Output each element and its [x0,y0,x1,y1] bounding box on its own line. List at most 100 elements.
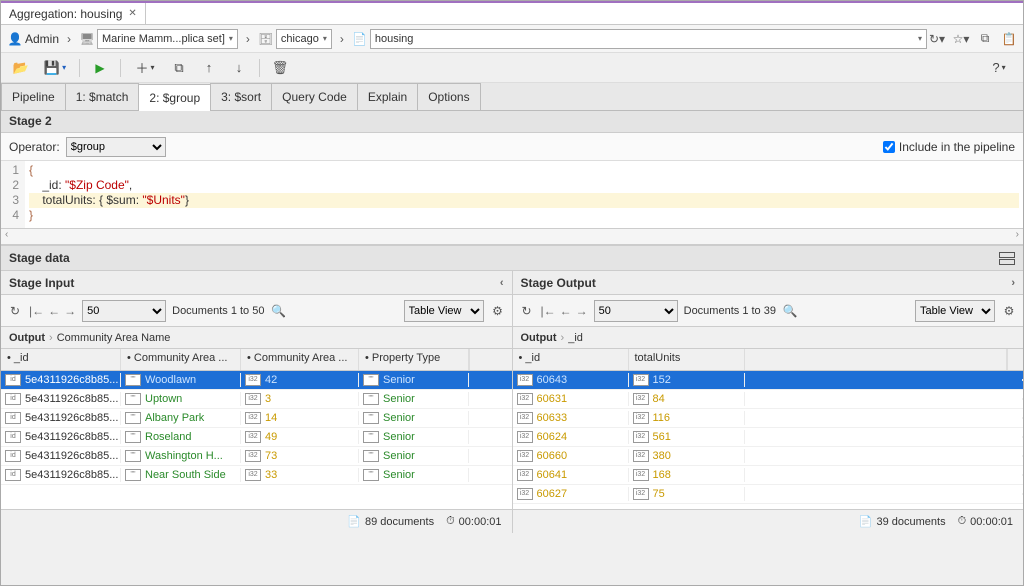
tab-query-code[interactable]: Query Code [271,83,358,110]
operator-select[interactable]: $group [66,137,166,157]
open-button[interactable]: 📂 [7,56,35,80]
input-doc-count: 89 documents [365,516,434,528]
operator-label: Operator: [9,140,60,154]
stage-data-header: Stage data [1,245,1023,271]
save-button[interactable]: 💾▾ [37,56,73,80]
move-down-button[interactable]: ↓ [225,56,253,80]
breadcrumb-database[interactable]: chicago▾ [276,29,332,49]
stage-input-pane: Stage Input ‹ ↻ |← ← → 50 Documents 1 to… [1,271,513,533]
include-checkbox[interactable] [883,141,895,153]
collapse-left-icon[interactable]: ‹ [500,277,504,289]
table-row[interactable]: i3260627i3275 [513,485,1024,504]
table-row[interactable]: id5e4311926c8b85...""Roselandi3249""Seni… [1,428,512,447]
main-toolbar: 📂 💾▾ ▶ ＋▾ ⧉ ↑ ↓ 🗑 ?▾ [1,53,1023,83]
tab-pipeline[interactable]: Pipeline [1,83,66,110]
input-toolbar: ↻ |← ← → 50 Documents 1 to 50 🔍 Table Vi… [1,295,512,327]
find-icon[interactable]: 🔍 [782,303,798,319]
refresh-icon[interactable]: ↻ [519,303,535,319]
breadcrumb: 👤 Admin › 🖥 Marine Mamm...plica set]▾ › … [1,25,1023,53]
database-icon: 🗄 [258,31,274,47]
code-editor[interactable]: 1234 { _id: "$Zip Code", totalUnits: { $… [1,161,1023,229]
code-hscroll[interactable] [1,229,1023,245]
gear-icon[interactable]: ⚙ [490,303,506,319]
collapse-right-icon[interactable]: › [1011,277,1015,289]
paste-icon[interactable]: 📋 [1001,31,1017,47]
first-page-icon[interactable]: |← [29,304,44,318]
first-page-icon[interactable]: |← [541,304,556,318]
duplicate-button[interactable]: ⧉ [165,56,193,80]
find-icon[interactable]: 🔍 [270,303,286,319]
chevron-right-icon: › [334,31,350,47]
table-row[interactable]: id5e4311926c8b85...""Woodlawni3242""Seni… [1,371,512,390]
document-icon: 📄 [347,515,361,528]
star-icon[interactable]: ☆▾ [953,31,969,47]
col-total-units[interactable]: totalUnits [629,349,745,370]
col-id[interactable]: • _id [1,349,121,370]
layout-icon[interactable] [999,252,1015,265]
output-page-size[interactable]: 50 [594,300,678,322]
tab-options[interactable]: Options [417,83,480,110]
app-tab-title: Aggregation: housing [9,7,122,21]
prev-page-icon[interactable]: ← [48,304,60,318]
output-view-select[interactable]: Table View [915,300,995,322]
input-page-size[interactable]: 50 [82,300,166,322]
breadcrumb-user: Admin [25,32,59,46]
table-row[interactable]: id5e4311926c8b85...""Washington H...i327… [1,447,512,466]
run-button[interactable]: ▶ [86,56,114,80]
input-view-select[interactable]: Table View [404,300,484,322]
delete-button[interactable]: 🗑 [266,56,294,80]
operator-row: Operator: $group Include in the pipeline [1,133,1023,161]
output-doc-count: 39 documents [876,516,945,528]
clock-icon: ⏱ [446,515,455,528]
refresh-icon[interactable]: ↻ [7,303,23,319]
close-icon[interactable]: ✕ [128,8,136,19]
input-path: Output›Community Area Name [1,327,512,349]
output-grid: • _id totalUnits i3260643i32152i3260631i… [513,349,1024,509]
table-row[interactable]: i3260643i32152 [513,371,1024,390]
col-area-num[interactable]: • Community Area ... [241,349,359,370]
input-range: Documents 1 to 50 [172,305,264,317]
input-grid: • _id • Community Area ... • Community A… [1,349,512,509]
col-area-name[interactable]: • Community Area ... [121,349,241,370]
table-row[interactable]: id5e4311926c8b85...""Near South Sidei323… [1,466,512,485]
output-toolbar: ↻ |← ← → 50 Documents 1 to 39 🔍 Table Vi… [513,295,1024,327]
stage-input-title: Stage Input ‹ [1,271,512,295]
stage-tabs: Pipeline 1: $match 2: $group 3: $sort Qu… [1,83,1023,111]
collection-icon: 📄 [352,31,368,47]
output-path: Output›_id [513,327,1024,349]
tab-group[interactable]: 2: $group [138,84,211,111]
move-up-button[interactable]: ↑ [195,56,223,80]
table-row[interactable]: i3260660i32380 [513,447,1024,466]
tab-explain[interactable]: Explain [357,83,418,110]
app-tab[interactable]: Aggregation: housing ✕ [1,3,146,24]
breadcrumb-collection[interactable]: housing▾ [370,29,927,49]
history-icon[interactable]: ↻▾ [929,31,945,47]
table-row[interactable]: i3260633i32116 [513,409,1024,428]
next-page-icon[interactable]: → [64,304,76,318]
col-property-type[interactable]: • Property Type [359,349,469,370]
clock-icon: ⏱ [958,515,967,528]
prev-page-icon[interactable]: ← [560,304,572,318]
input-time: 00:00:01 [459,516,502,528]
gutter: 1234 [1,161,25,228]
tab-match[interactable]: 1: $match [65,83,140,110]
input-footer: 📄 89 documents ⏱ 00:00:01 [1,509,512,533]
user-icon: 👤 [7,31,23,47]
code-body[interactable]: { _id: "$Zip Code", totalUnits: { $sum: … [25,161,1023,228]
table-row[interactable]: i3260624i32561 [513,428,1024,447]
gear-icon[interactable]: ⚙ [1001,303,1017,319]
tab-sort[interactable]: 3: $sort [210,83,272,110]
next-page-icon[interactable]: → [576,304,588,318]
output-footer: 📄39 documents ⏱00:00:01 [513,509,1024,533]
add-stage-button[interactable]: ＋▾ [127,56,163,80]
copy-icon[interactable]: ⧉ [977,31,993,47]
stage-output-pane: Stage Output › ↻ |← ← → 50 Documents 1 t… [513,271,1024,533]
table-row[interactable]: i3260631i3284 [513,390,1024,409]
breadcrumb-cluster[interactable]: Marine Mamm...plica set]▾ [97,29,238,49]
help-button[interactable]: ?▾ [981,56,1017,80]
table-row[interactable]: i3260641i32168 [513,466,1024,485]
table-row[interactable]: id5e4311926c8b85...""Albany Parki3214""S… [1,409,512,428]
col-id[interactable]: • _id [513,349,629,370]
stage-output-title: Stage Output › [513,271,1024,295]
table-row[interactable]: id5e4311926c8b85...""Uptowni323""Senior [1,390,512,409]
